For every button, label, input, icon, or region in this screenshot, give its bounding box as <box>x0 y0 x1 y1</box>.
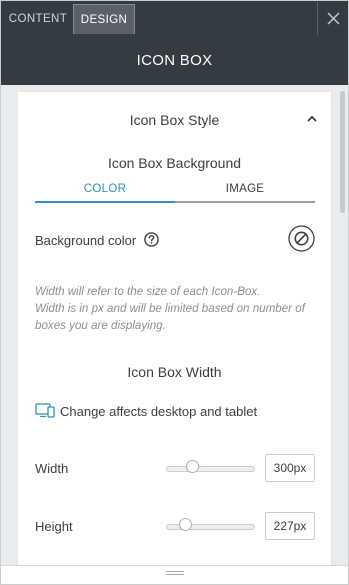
width-slider[interactable] <box>166 466 255 472</box>
panel-header: ICON BOX <box>1 36 348 85</box>
chevron-up-icon[interactable] <box>306 114 318 124</box>
close-button[interactable] <box>317 2 348 35</box>
tab-design[interactable]: DESIGN <box>73 4 135 34</box>
icon-box-style-card: Icon Box Style Icon Box Background COLOR… <box>18 92 331 584</box>
panel-tab-bar: CONTENT DESIGN <box>1 1 348 36</box>
note-line: Width will refer to the size of each Ico… <box>35 285 261 298</box>
height-input[interactable] <box>265 512 315 540</box>
width-section-title: Icon Box Width <box>127 364 222 380</box>
panel-footer <box>1 565 348 584</box>
question-circle-icon[interactable] <box>144 232 159 247</box>
no-color-icon[interactable] <box>288 225 315 252</box>
background-title: Icon Box Background <box>107 155 242 171</box>
drag-handle-icon[interactable] <box>166 571 184 577</box>
panel-title: ICON BOX <box>136 52 213 69</box>
width-control: Width <box>35 454 315 482</box>
background-color-row: Background color <box>35 225 315 255</box>
tab-image[interactable]: IMAGE <box>175 181 315 203</box>
width-input[interactable] <box>265 454 315 482</box>
desktop-tablet-icon <box>35 403 55 418</box>
section-title: Icon Box Style <box>129 112 220 128</box>
width-label: Width <box>35 461 69 476</box>
height-label: Height <box>35 519 73 534</box>
settings-scroll-area: Icon Box Style Icon Box Background COLOR… <box>1 85 348 584</box>
tab-color[interactable]: COLOR <box>35 181 175 203</box>
note-line: Width is in px and will be limited based… <box>35 302 305 332</box>
device-note-text: Change affects desktop and tablet <box>60 404 258 419</box>
design-panel: CONTENT DESIGN ICON BOX Icon Box Style I… <box>0 0 349 585</box>
background-color-label: Background color <box>35 233 137 248</box>
height-control: Height <box>35 512 315 540</box>
scrollbar[interactable] <box>340 91 345 213</box>
height-slider-thumb[interactable] <box>179 518 193 531</box>
close-icon <box>327 12 340 25</box>
background-type-tabs: COLOR IMAGE <box>35 181 315 203</box>
tab-content[interactable]: CONTENT <box>5 4 71 34</box>
width-help-note: Width will refer to the size of each Ico… <box>35 283 320 334</box>
